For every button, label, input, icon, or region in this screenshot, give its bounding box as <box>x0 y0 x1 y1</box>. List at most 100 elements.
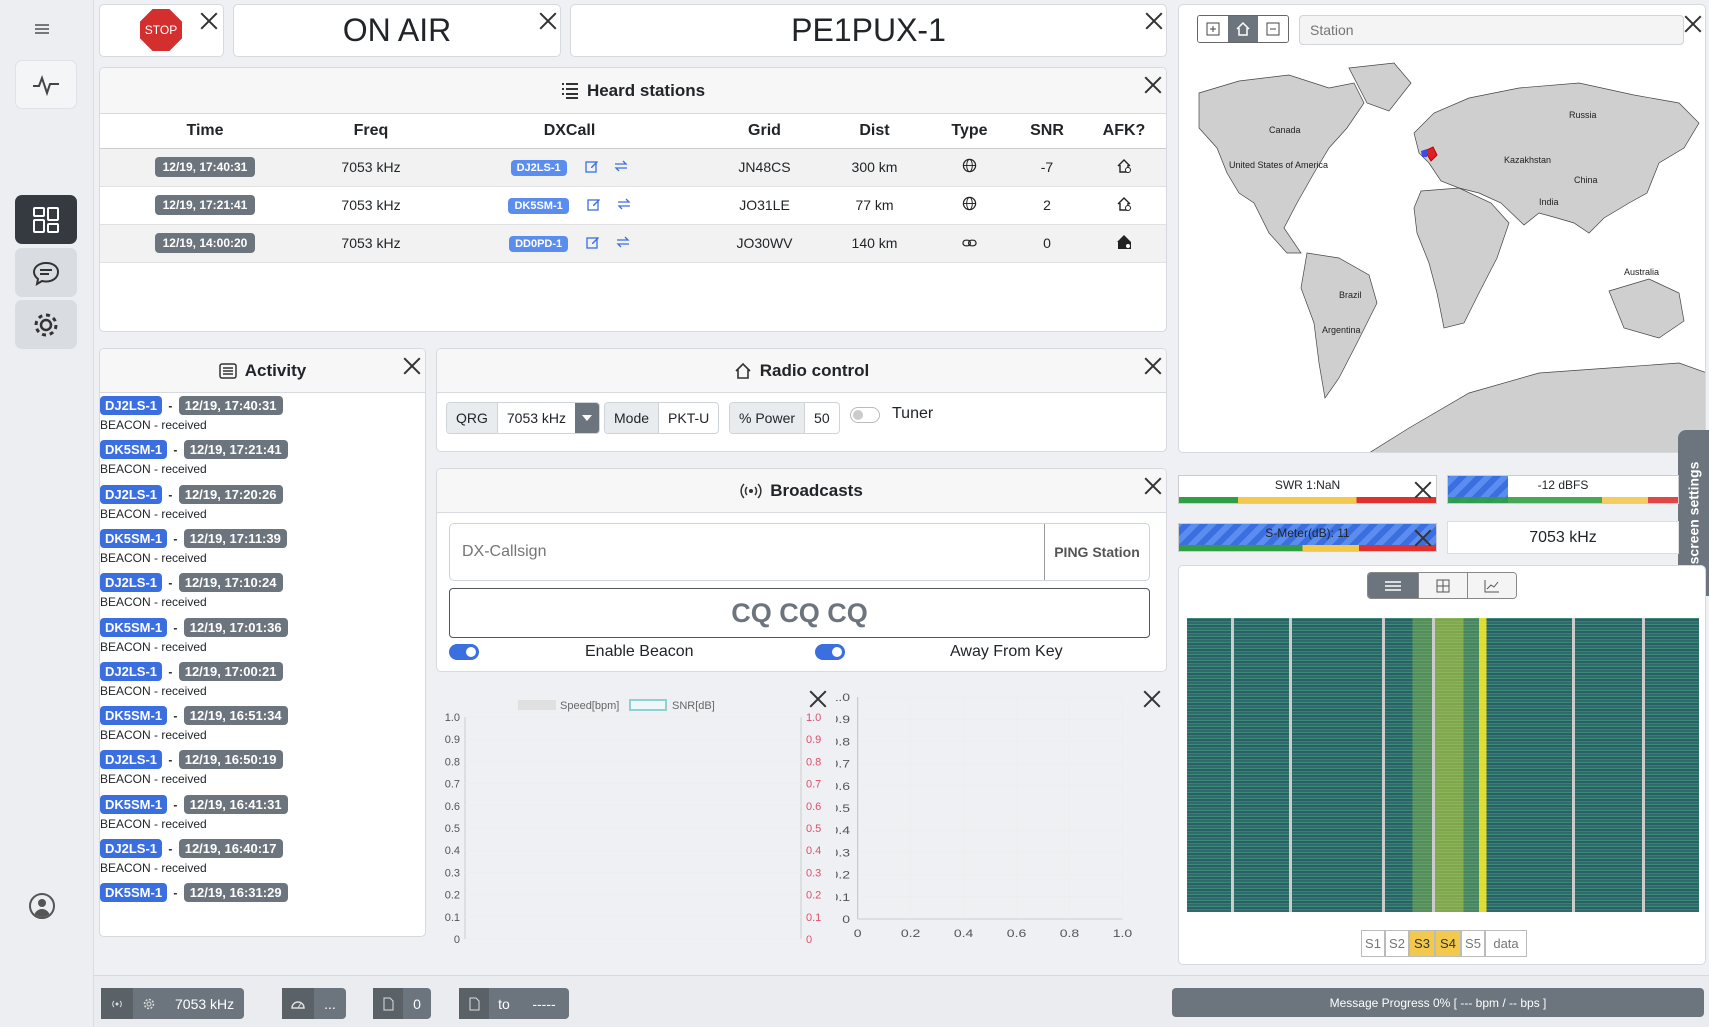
legend-swatch-speed[interactable] <box>518 700 556 710</box>
waterfall-view-button[interactable] <box>1368 573 1418 598</box>
activity-callsign[interactable]: DJ2LS-1 <box>100 484 163 504</box>
activity-callsign[interactable]: DK5SM-1 <box>100 617 168 637</box>
list-item[interactable]: DJ2LS-1 - 12/19, 16:40:17 BEACON - recei… <box>100 839 283 875</box>
close-icon[interactable] <box>1414 481 1432 499</box>
segment-s5[interactable]: S5 <box>1461 930 1485 957</box>
close-icon[interactable] <box>200 12 218 30</box>
swap-icon[interactable] <box>614 159 628 175</box>
activity-callsign[interactable]: DJ2LS-1 <box>100 573 163 593</box>
swap-icon[interactable] <box>616 235 630 251</box>
col-snr[interactable]: SNR <box>1012 114 1082 149</box>
list-item[interactable]: DK5SM-1 - 12/19, 17:21:41 BEACON - recei… <box>100 440 288 476</box>
list-item[interactable]: DJ2LS-1 - 12/19, 17:10:24 BEACON - recei… <box>100 573 283 609</box>
table-row[interactable]: 12/19, 17:21:41 7053 kHz DK5SM-1 JO31LE 77 … <box>100 186 1166 225</box>
callsign-badge[interactable]: DD0PD-1 <box>509 236 569 252</box>
chat-button[interactable] <box>15 248 77 297</box>
swap-icon[interactable] <box>616 197 631 213</box>
close-icon[interactable] <box>403 357 421 375</box>
waterfall-display[interactable] <box>1187 618 1699 912</box>
segment-s4[interactable]: S4 <box>1435 930 1461 957</box>
activity-callsign[interactable]: DJ2LS-1 <box>100 396 163 415</box>
list-item[interactable]: DK5SM-1 - 12/19, 17:01:36 BEACON - recei… <box>100 617 288 654</box>
tuner-toggle[interactable] <box>850 407 880 423</box>
row-afk <box>1082 186 1166 225</box>
close-icon[interactable] <box>1144 357 1162 375</box>
callsign-badge[interactable]: DJ2LS-1 <box>510 160 567 176</box>
edit-icon[interactable] <box>586 197 601 214</box>
y-tick-label: 0.4 <box>445 845 460 857</box>
home-button[interactable] <box>1228 16 1258 42</box>
close-icon[interactable] <box>1143 690 1161 708</box>
activity-callsign[interactable]: DJ2LS-1 <box>100 661 163 681</box>
beacon-toggle[interactable] <box>449 644 479 660</box>
table-row[interactable]: 12/19, 17:40:31 7053 kHz DJ2LS-1 JN48CS 300… <box>100 148 1166 187</box>
ping-station-button[interactable]: PING Station <box>1044 524 1149 580</box>
col-dxcall[interactable]: DXCall <box>432 114 707 149</box>
user-icon[interactable] <box>29 893 55 919</box>
mode-value[interactable]: PKT-U <box>659 403 718 433</box>
activity-callsign[interactable]: DK5SM-1 <box>100 440 168 460</box>
col-grid[interactable]: Grid <box>707 114 822 149</box>
close-icon[interactable] <box>809 690 827 708</box>
list-item[interactable]: DK5SM-1 - 12/19, 16:51:34 BEACON - recei… <box>100 706 288 742</box>
dashboard-button[interactable] <box>15 195 77 244</box>
segment-s1[interactable]: S1 <box>1361 930 1385 957</box>
list-item[interactable]: DJ2LS-1 - 12/19, 17:20:26 BEACON - recei… <box>100 484 283 521</box>
activity-callsign[interactable]: DJ2LS-1 <box>100 750 163 770</box>
file-count-button[interactable]: 0 <box>373 988 431 1019</box>
activity-list[interactable]: DJ2LS-1 - 12/19, 17:40:31 BEACON - recei… <box>100 395 425 936</box>
list-item[interactable]: DJ2LS-1 - 12/19, 16:50:19 BEACON - recei… <box>100 750 283 786</box>
edit-icon[interactable] <box>584 159 599 176</box>
station-search-input[interactable] <box>1299 15 1684 45</box>
y-tick-label: 0.3 <box>836 847 850 859</box>
activity-callsign[interactable]: DK5SM-1 <box>100 883 168 903</box>
list-item[interactable]: DK5SM-1 - 12/19, 16:31:29 <box>100 883 288 905</box>
pulse-button[interactable] <box>15 60 77 109</box>
activity-callsign[interactable]: DJ2LS-1 <box>100 839 163 858</box>
list-item[interactable]: DK5SM-1 - 12/19, 16:41:31 BEACON - recei… <box>100 794 288 831</box>
list-item[interactable]: DJ2LS-1 - 12/19, 17:00:21 BEACON - recei… <box>100 661 283 698</box>
close-icon[interactable] <box>1144 76 1162 94</box>
list-item[interactable]: DK5SM-1 - 12/19, 17:11:39 BEACON - recei… <box>100 528 287 565</box>
qrg-dropdown-button[interactable] <box>575 403 600 433</box>
legend-swatch-snr[interactable] <box>629 699 667 711</box>
callsign-badge[interactable]: DK5SM-1 <box>508 198 569 214</box>
col-afk[interactable]: AFK? <box>1082 114 1166 149</box>
close-icon[interactable] <box>1144 477 1162 495</box>
close-icon[interactable] <box>1414 529 1432 547</box>
segment-s3[interactable]: S3 <box>1409 930 1435 957</box>
power-value[interactable]: 50 <box>805 403 839 433</box>
stop-button[interactable]: STOP <box>140 9 182 51</box>
dx-callsign-input[interactable] <box>450 524 1044 580</box>
table-row[interactable]: 12/19, 14:00:20 7053 kHz DD0PD-1 JO30WV 140… <box>100 224 1166 263</box>
close-icon[interactable] <box>1145 12 1163 30</box>
speed-status-button[interactable]: ... <box>282 988 346 1019</box>
activity-callsign[interactable]: DK5SM-1 <box>100 794 168 814</box>
grid-view-button[interactable] <box>1418 573 1467 598</box>
qrg-value[interactable]: 7053 kHz <box>498 403 575 433</box>
settings-button[interactable] <box>15 300 77 349</box>
chart-view-button[interactable] <box>1467 573 1516 598</box>
col-dist[interactable]: Dist <box>822 114 927 149</box>
dbfs-meter: -12 dBFS <box>1447 475 1679 504</box>
zoom-out-button[interactable] <box>1258 16 1288 42</box>
col-freq[interactable]: Freq <box>310 114 432 149</box>
segment-data[interactable]: data <box>1485 930 1527 957</box>
destination-button[interactable]: to ----- <box>459 988 569 1019</box>
zoom-in-button[interactable] <box>1198 16 1228 42</box>
activity-callsign[interactable]: DK5SM-1 <box>100 706 168 726</box>
afk-toggle[interactable] <box>815 644 845 660</box>
activity-callsign[interactable]: DK5SM-1 <box>100 528 168 548</box>
world-map[interactable]: Canada United States of America Brazil A… <box>1179 53 1706 453</box>
close-icon[interactable] <box>1684 15 1702 33</box>
segment-s2[interactable]: S2 <box>1385 930 1409 957</box>
col-type[interactable]: Type <box>927 114 1012 149</box>
map-label: Brazil <box>1339 290 1362 300</box>
radio-status-button[interactable]: 7053 kHz <box>101 988 245 1019</box>
list-item[interactable]: DJ2LS-1 - 12/19, 17:40:31 BEACON - recei… <box>100 396 283 432</box>
close-icon[interactable] <box>539 12 557 30</box>
col-time[interactable]: Time <box>100 114 310 149</box>
cq-button[interactable]: CQ CQ CQ <box>449 588 1150 638</box>
menu-icon[interactable] <box>35 24 49 36</box>
edit-icon[interactable] <box>586 235 600 252</box>
